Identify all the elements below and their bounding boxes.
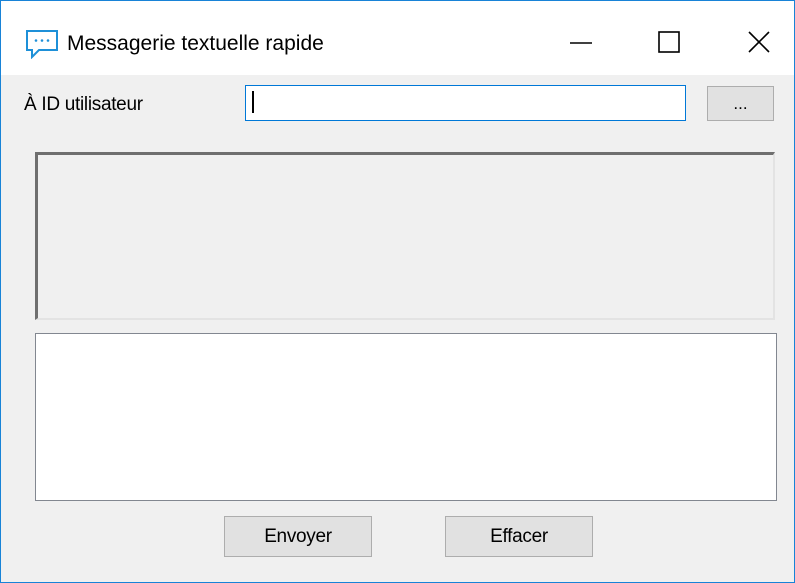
close-icon	[747, 30, 771, 54]
title-bar[interactable]: Messagerie textuelle rapide	[1, 1, 794, 75]
message-history-panel[interactable]	[35, 152, 775, 320]
app-window: Messagerie textuelle rapide À ID utilisa…	[0, 0, 795, 583]
minimize-icon	[569, 30, 593, 54]
maximize-icon	[657, 30, 681, 54]
chat-bubble-icon	[25, 29, 59, 60]
browse-users-button[interactable]: ...	[707, 86, 774, 121]
window-title: Messagerie textuelle rapide	[67, 32, 324, 55]
text-caret	[252, 91, 254, 113]
minimize-button[interactable]	[555, 14, 607, 70]
recipient-label: À ID utilisateur	[24, 94, 143, 115]
maximize-button[interactable]	[643, 14, 695, 70]
clear-button[interactable]: Effacer	[445, 516, 593, 557]
send-button[interactable]: Envoyer	[224, 516, 372, 557]
close-button[interactable]	[733, 14, 785, 70]
message-compose-input[interactable]	[35, 333, 777, 501]
recipient-id-input[interactable]	[245, 85, 686, 121]
